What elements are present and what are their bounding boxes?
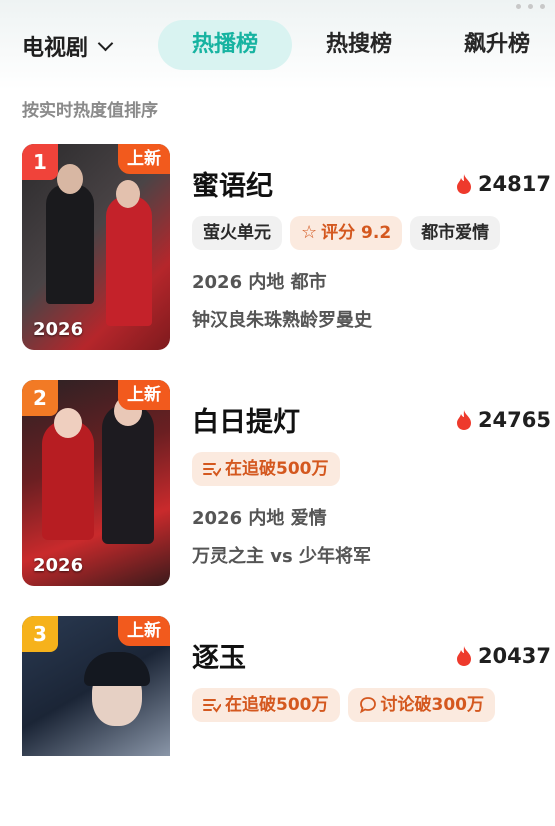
rank-badge: 2 — [22, 380, 58, 416]
top-bar: 电视剧 热播榜 热搜榜 飙升榜 — [0, 0, 555, 90]
list-item[interactable]: 3 上新 逐玉 20437 在追破500万 讨论破300万 — [0, 616, 555, 826]
star-icon: ☆ — [301, 222, 318, 243]
more-dots-icon[interactable] — [516, 4, 545, 9]
heat-number: 24817 — [477, 172, 551, 196]
poster-image[interactable]: 3 上新 — [22, 616, 170, 756]
sort-hint: 按实时热度值排序 — [22, 101, 158, 121]
discussion-text: 讨论破300万 — [380, 695, 485, 715]
tag-row: 在追破500万 讨论破300万 — [192, 688, 495, 722]
list-item[interactable]: 2 上新 2026 白日提灯 24765 在追破500万 2026 内地 爱情 … — [0, 380, 555, 590]
fire-icon — [456, 410, 471, 430]
meta-line: 2026 内地 都市 — [192, 272, 327, 293]
tab-rising[interactable]: 飙升榜 — [442, 20, 552, 70]
rank-badge: 3 — [22, 616, 58, 652]
list-check-icon — [203, 699, 221, 713]
discussion-tag: 讨论破300万 — [347, 688, 495, 722]
poster-year: 2026 — [33, 555, 84, 576]
meta-line: 2026 内地 爱情 — [192, 508, 327, 529]
rank-badge: 1 — [22, 144, 58, 180]
tab-hot-search[interactable]: 热搜榜 — [304, 20, 414, 70]
chat-bubble-icon — [359, 697, 376, 714]
new-badge: 上新 — [118, 616, 170, 646]
show-title[interactable]: 逐玉 — [192, 636, 246, 675]
rating-tag: ☆ 评分 9.2 — [290, 216, 403, 250]
genre-tag: 都市爱情 — [410, 216, 501, 250]
show-title[interactable]: 白日提灯 — [192, 400, 300, 439]
list-item[interactable]: 1 上新 2026 蜜语纪 24817 萤火单元 ☆ 评分 9.2 都市爱情 2… — [0, 144, 555, 354]
tag-row: 在追破500万 — [192, 452, 340, 486]
show-title[interactable]: 蜜语纪 — [192, 164, 273, 203]
following-tag: 在追破500万 — [192, 688, 340, 722]
new-badge: 上新 — [118, 380, 170, 410]
fire-icon — [456, 646, 471, 666]
poster-image[interactable]: 1 上新 2026 — [22, 144, 170, 350]
following-tag: 在追破500万 — [192, 452, 340, 486]
heat-number: 24765 — [477, 408, 551, 432]
category-selector[interactable]: 电视剧 — [22, 30, 114, 62]
following-text: 在追破500万 — [225, 459, 329, 479]
tagline: 万灵之主 vs 少年将军 — [192, 546, 371, 567]
rating-text: 评分 9.2 — [321, 223, 392, 243]
heat-value: 24817 — [455, 172, 551, 196]
brand-tag: 萤火单元 — [192, 216, 282, 250]
heat-number: 20437 — [477, 644, 551, 668]
tag-row: 萤火单元 ☆ 评分 9.2 都市爱情 — [192, 216, 501, 250]
following-text: 在追破500万 — [225, 695, 329, 715]
new-badge: 上新 — [118, 144, 170, 174]
heat-value: 24765 — [455, 408, 551, 432]
poster-image[interactable]: 2 上新 2026 — [22, 380, 170, 586]
fire-icon — [456, 174, 471, 194]
category-label: 电视剧 — [22, 36, 89, 61]
chevron-down-icon — [97, 35, 114, 51]
heat-value: 20437 — [455, 644, 551, 668]
list-check-icon — [203, 463, 221, 477]
tagline: 钟汉良朱珠熟龄罗曼史 — [192, 310, 372, 331]
tab-hot-play[interactable]: 热播榜 — [158, 20, 292, 70]
poster-year: 2026 — [33, 319, 84, 340]
